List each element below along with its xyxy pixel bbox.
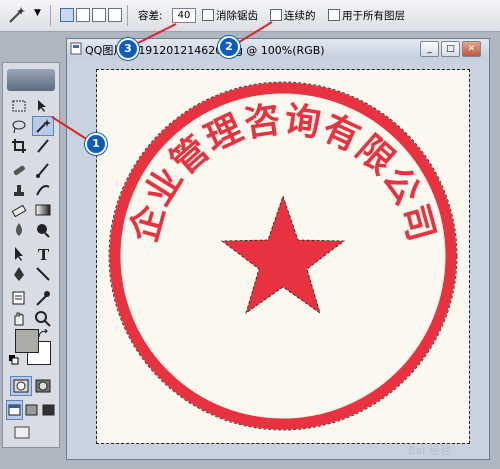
hand-tool-icon[interactable] <box>9 309 29 327</box>
path-selection-icon[interactable] <box>9 245 29 263</box>
blur-tool-icon[interactable] <box>9 221 29 239</box>
brush-tool-icon[interactable] <box>33 161 53 179</box>
subtract-selection-button[interactable] <box>92 8 106 22</box>
image-canvas[interactable]: 企业管理咨询有限公司 <box>96 69 470 444</box>
separator <box>127 5 128 26</box>
zoom-tool-icon[interactable] <box>33 309 53 327</box>
standard-mode-icon[interactable] <box>10 376 32 396</box>
tolerance-input[interactable]: 40 <box>172 8 196 23</box>
move-tool-icon[interactable] <box>33 97 53 115</box>
swap-colors-icon[interactable] <box>37 329 51 339</box>
foreground-color-swatch[interactable] <box>15 329 39 353</box>
marquee-tool-icon[interactable] <box>9 97 29 115</box>
new-selection-button[interactable] <box>60 8 74 22</box>
full-screen-icon[interactable] <box>41 401 56 419</box>
annotation-marker-2: 2 <box>218 36 240 58</box>
document-icon <box>70 42 82 55</box>
type-tool-icon[interactable]: T <box>33 245 53 263</box>
options-bar: ▼ 容差: 40 消除锯齿 连续的 用于所有图层 <box>0 0 500 32</box>
jump-to-imageready-icon[interactable] <box>11 423 51 441</box>
add-to-selection-button[interactable] <box>76 8 90 22</box>
dodge-tool-icon[interactable] <box>33 221 53 239</box>
magic-wand-icon[interactable] <box>6 6 28 24</box>
magic-wand-tool-icon[interactable] <box>32 116 54 136</box>
document-window: QQ图片20191201214620.jpg @ 100%(RGB) _ □ ✕… <box>66 38 490 460</box>
anti-alias-label: 消除锯齿 <box>216 10 258 22</box>
slice-tool-icon[interactable] <box>33 137 53 155</box>
close-button[interactable]: ✕ <box>462 41 481 57</box>
history-brush-icon[interactable] <box>33 181 53 199</box>
eraser-tool-icon[interactable] <box>9 201 29 219</box>
star-icon <box>220 194 346 314</box>
standard-screen-icon[interactable] <box>6 400 23 420</box>
line-tool-icon[interactable] <box>33 265 53 283</box>
annotation-marker-1: 1 <box>85 133 107 155</box>
anti-alias-checkbox[interactable] <box>202 9 214 21</box>
svg-text:T: T <box>38 246 50 263</box>
watermark: Bai 经验 <box>408 444 451 457</box>
eyedropper-tool-icon[interactable] <box>33 289 53 307</box>
annotation-marker-3: 3 <box>117 38 139 60</box>
clone-stamp-icon[interactable] <box>9 181 29 199</box>
maximize-button[interactable]: □ <box>441 41 460 57</box>
sample-all-layers-label: 用于所有图层 <box>342 10 405 22</box>
lasso-tool-icon[interactable] <box>9 117 29 135</box>
gradient-tool-icon[interactable] <box>33 201 53 219</box>
pen-tool-icon[interactable] <box>9 265 29 283</box>
full-screen-menu-icon[interactable] <box>24 401 39 419</box>
notes-tool-icon[interactable] <box>9 289 29 307</box>
sample-all-layers-checkbox[interactable] <box>328 9 340 21</box>
photoshop-logo <box>7 69 55 91</box>
default-colors-icon[interactable] <box>9 355 19 365</box>
healing-brush-icon[interactable] <box>9 161 29 179</box>
tolerance-label: 容差: <box>138 10 163 22</box>
quick-mask-icon[interactable] <box>33 377 53 395</box>
chevron-down-icon[interactable]: ▼ <box>34 8 41 18</box>
crop-tool-icon[interactable] <box>9 137 29 155</box>
minimize-button[interactable]: _ <box>420 41 439 57</box>
contiguous-checkbox[interactable] <box>270 9 282 21</box>
separator <box>50 5 51 26</box>
intersect-selection-button[interactable] <box>108 8 122 22</box>
tools-palette: T <box>2 62 60 448</box>
stamp-image: 企业管理咨询有限公司 <box>108 81 458 431</box>
contiguous-label: 连续的 <box>284 10 316 22</box>
